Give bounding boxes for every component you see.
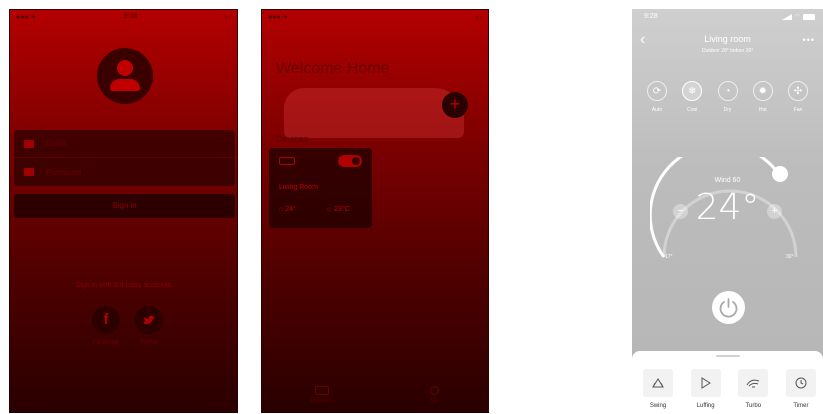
twitter-label: Twitter <box>140 340 158 346</box>
email-placeholder: Email <box>46 139 67 148</box>
add-device-button[interactable]: + <box>442 92 468 118</box>
function-sheet: Swing Luffing Turbo Timer <box>632 351 823 413</box>
tab-devices-label: Devices <box>310 398 333 404</box>
mode-dry[interactable]: ◔ Dry <box>713 81 743 113</box>
mode-label: Hot <box>758 107 767 113</box>
room-background-image <box>284 88 464 138</box>
welcome-title: Welcome Home <box>276 60 390 77</box>
power-button[interactable] <box>712 291 745 324</box>
timer-button[interactable]: Timer <box>785 369 817 409</box>
mode-label: Fan <box>793 107 803 113</box>
luffing-button[interactable]: Luffing <box>690 369 722 409</box>
twitter-icon[interactable] <box>135 306 163 334</box>
decrease-temp-button[interactable]: − <box>673 204 688 219</box>
power-toggle[interactable] <box>338 155 362 167</box>
footer-right[interactable]: ──────── <box>203 402 231 408</box>
status-bar: ●●● ✦ 9:38 ▭ <box>10 10 237 24</box>
devices-heading: Devices <box>276 134 309 144</box>
tab-bar: Devices Me <box>262 378 488 412</box>
mode-cool[interactable]: ❄ Cool <box>677 81 707 113</box>
swing-button[interactable]: Swing <box>642 369 674 409</box>
mode-label: Cool <box>687 107 698 113</box>
status-battery: ▭ <box>475 14 482 21</box>
devices-tab-icon <box>314 386 329 395</box>
tab-me[interactable]: Me <box>430 386 440 404</box>
mode-selector: ⟳ Auto ❄ Cool ◔ Dry ✹ Hot ✣ Fan <box>642 81 813 113</box>
device-card[interactable]: Living Room ⌂ 24° ☼ 23°C <box>269 148 372 228</box>
avatar-icon[interactable] <box>97 48 153 104</box>
more-icon[interactable]: ••• <box>803 35 815 45</box>
login-form: Email Password <box>14 130 235 186</box>
turbo-icon <box>746 379 760 388</box>
mode-auto[interactable]: ⟳ Auto <box>642 81 672 113</box>
footer-left[interactable]: ──────── <box>16 402 44 408</box>
status-time: 9:38 <box>123 13 138 20</box>
status-time: 9:28 <box>644 13 658 20</box>
function-row: Swing Luffing Turbo Timer <box>642 369 817 409</box>
password-placeholder: Password <box>46 167 82 177</box>
air-conditioner-icon <box>279 157 295 165</box>
power-icon <box>719 298 738 318</box>
mode-label: Dry <box>723 107 732 113</box>
sun-icon: ✹ <box>752 81 773 101</box>
signin-button[interactable]: Sign in <box>14 194 235 218</box>
mail-icon <box>24 139 34 148</box>
wifi-icon: ◠ <box>794 14 800 20</box>
signal-icon <box>781 13 792 20</box>
home-screen: ●●● ✦ ▭ Welcome Home + Devices Living Ro… <box>261 9 489 413</box>
status-carrier: ●●● ✦ <box>268 14 289 21</box>
login-screen: ●●● ✦ 9:38 ▭ Email Password Sign in Sign… <box>9 9 238 413</box>
drop-icon: ◔ <box>717 81 738 101</box>
luffing-label: Luffing <box>696 403 715 409</box>
timer-icon <box>795 377 807 389</box>
status-bar: 9:28 ◠ <box>644 13 815 20</box>
status-icons: ◠ <box>781 13 815 20</box>
fan-icon: ✣ <box>788 81 808 101</box>
indoor-temp: ⌂ 24° <box>279 206 296 213</box>
footer-links: ──────── ──────── <box>16 402 231 408</box>
ac-control-screen: 9:28 ◠ ‹ Living room Outdoor 28° Indoor … <box>632 9 823 413</box>
lock-icon <box>24 168 34 176</box>
mode-hot[interactable]: ✹ Hot <box>748 81 778 113</box>
snowflake-icon: ❄ <box>682 81 703 101</box>
wind-speed: Wind 60 <box>714 177 741 184</box>
temperature-value: 24° <box>695 187 760 228</box>
turbo-button[interactable]: Turbo <box>737 369 769 409</box>
sheet-handle[interactable] <box>716 355 740 357</box>
device-name: Living Room <box>279 184 318 191</box>
timer-label: Timer <box>793 403 809 409</box>
password-field[interactable]: Password <box>14 158 235 186</box>
swing-icon <box>652 378 664 388</box>
swing-label: Swing <box>649 403 667 409</box>
third-party-text: Sign in with 3rd-party accounts <box>75 282 172 289</box>
status-carrier: ●●● ✦ <box>16 14 37 21</box>
screenshot-collage: ●●● ✦ 9:38 ▭ Email Password Sign in Sign… <box>0 0 823 414</box>
temperature-subtitle: Outdoor 28° Indoor 26° <box>701 48 754 54</box>
email-field[interactable]: Email <box>14 130 235 158</box>
turbo-label: Turbo <box>745 403 762 409</box>
person-icon <box>430 386 440 395</box>
min-temp-label: 17° <box>665 254 673 260</box>
auto-icon: ⟳ <box>647 81 667 101</box>
facebook-icon[interactable]: f <box>92 306 120 334</box>
mode-label: Auto <box>651 107 663 113</box>
page-title: Living room <box>704 34 751 44</box>
max-temp-label: 30° <box>786 254 794 260</box>
tab-devices[interactable]: Devices <box>311 386 332 404</box>
battery-icon <box>803 13 815 20</box>
increase-temp-button[interactable]: + <box>767 204 782 219</box>
status-battery: ▭ <box>224 14 231 21</box>
luffing-icon <box>701 377 711 389</box>
tab-me-label: Me <box>430 398 439 404</box>
mode-fan[interactable]: ✣ Fan <box>783 81 813 113</box>
device-temps: ⌂ 24° ☼ 23°C <box>279 206 350 213</box>
status-bar: ●●● ✦ ▭ <box>262 10 488 24</box>
outdoor-temp: ☼ 23°C <box>325 206 350 213</box>
